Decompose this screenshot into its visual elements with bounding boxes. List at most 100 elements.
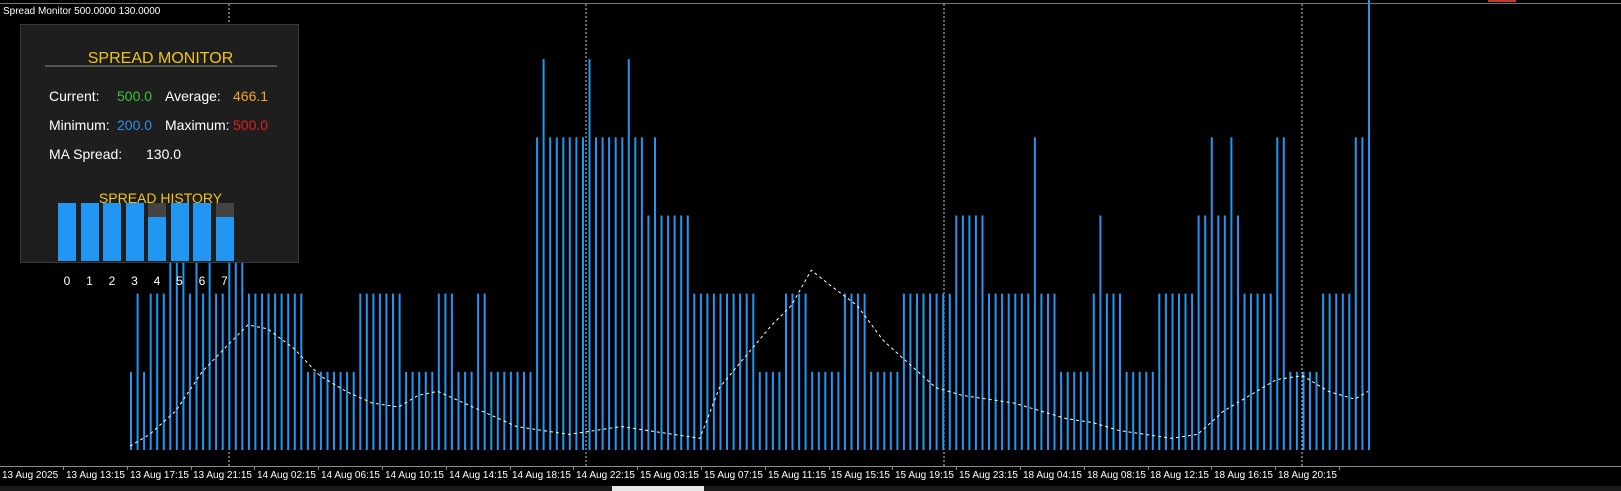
spread-bar bbox=[509, 371, 512, 450]
average-label: Average: bbox=[165, 88, 221, 104]
spread-bar bbox=[837, 371, 840, 450]
history-bar bbox=[170, 203, 189, 261]
spread-bar bbox=[516, 371, 519, 450]
spread-bar bbox=[1197, 215, 1200, 450]
spread-bar bbox=[1335, 293, 1338, 450]
spread-bar bbox=[1033, 137, 1036, 451]
history-bar-label: 2 bbox=[108, 274, 116, 288]
spread-bar bbox=[634, 137, 637, 451]
spread-bar bbox=[1027, 293, 1030, 450]
spread-bar bbox=[706, 293, 709, 450]
spread-bar bbox=[1354, 137, 1357, 451]
spread-bar bbox=[804, 293, 807, 450]
time-tick-label: 18 Aug 04:15 bbox=[1023, 470, 1082, 481]
spread-bar bbox=[1243, 293, 1246, 450]
spread-bar bbox=[889, 371, 892, 450]
spread-bar bbox=[1256, 293, 1259, 450]
spread-bar bbox=[1164, 293, 1167, 450]
history-bar bbox=[80, 203, 99, 261]
history-bar-label: 3 bbox=[131, 274, 138, 288]
spread-bar bbox=[752, 293, 755, 450]
time-tick-label: 15 Aug 11:15 bbox=[768, 470, 827, 481]
spread-bar bbox=[130, 371, 132, 450]
spread-bar bbox=[503, 371, 506, 450]
spread-bar bbox=[1001, 293, 1004, 450]
spread-bar bbox=[405, 371, 408, 450]
time-tick-mark bbox=[1275, 466, 1276, 470]
time-tick-label: 14 Aug 14:15 bbox=[449, 470, 508, 481]
spread-bar bbox=[726, 293, 728, 450]
history-bar-label: 5 bbox=[176, 274, 183, 288]
maximum-label: Maximum: bbox=[165, 117, 230, 133]
spread-bar bbox=[765, 371, 768, 450]
history-bar bbox=[125, 203, 144, 261]
spread-bar bbox=[843, 293, 846, 450]
time-tick-label: 18 Aug 08:15 bbox=[1087, 470, 1146, 481]
spread-bar bbox=[1191, 293, 1194, 450]
spread-bar bbox=[352, 371, 355, 450]
spread-bar bbox=[418, 371, 421, 450]
time-tick-mark bbox=[573, 466, 574, 470]
spread-bar bbox=[1145, 371, 1148, 450]
time-tick-mark bbox=[1084, 466, 1085, 470]
history-bar-label: 4 bbox=[153, 274, 161, 288]
spread-bar bbox=[719, 293, 722, 450]
spread-bar bbox=[1341, 293, 1344, 450]
spread-bar bbox=[306, 371, 309, 450]
time-tick-label: 13 Aug 2025 bbox=[2, 470, 59, 481]
ma-spread-line bbox=[129, 269, 1369, 447]
spread-bar bbox=[261, 293, 263, 450]
time-tick-mark bbox=[765, 466, 766, 470]
time-tick-label: 14 Aug 18:15 bbox=[512, 470, 571, 481]
spread-bar bbox=[778, 371, 781, 450]
spread-bar bbox=[1204, 215, 1207, 450]
spread-bar bbox=[392, 293, 394, 450]
spread-bar bbox=[647, 215, 650, 450]
spread-bar bbox=[588, 59, 591, 450]
spread-bar bbox=[188, 293, 191, 450]
spread-bar bbox=[464, 371, 467, 450]
spread-bar bbox=[817, 371, 820, 450]
spread-bar bbox=[1119, 293, 1121, 450]
spread-bar bbox=[771, 371, 774, 450]
spread-bar bbox=[785, 293, 787, 450]
chart-top-border bbox=[0, 3, 1621, 4]
spread-bar bbox=[1289, 371, 1292, 450]
spread-bar bbox=[1073, 371, 1076, 450]
time-tick-mark bbox=[829, 466, 830, 470]
spread-bar bbox=[948, 293, 951, 450]
window-title: Spread Monitor 500.0000 130.0000 bbox=[3, 6, 161, 17]
spread-bar bbox=[300, 293, 303, 450]
maximum-value: 500.0 bbox=[233, 117, 269, 133]
spread-bar bbox=[221, 293, 224, 450]
spread-bar bbox=[1138, 371, 1141, 450]
spread-bar bbox=[1322, 293, 1325, 450]
history-bar bbox=[148, 216, 166, 261]
time-tick-mark bbox=[1020, 466, 1021, 470]
spread-bar bbox=[319, 371, 322, 450]
spread-bar bbox=[1132, 371, 1135, 450]
spread-bar bbox=[876, 371, 879, 450]
panel-title-rule bbox=[45, 65, 277, 67]
spread-bar bbox=[247, 293, 250, 450]
active-chart-tab[interactable] bbox=[612, 486, 704, 491]
spread-bar bbox=[870, 371, 873, 450]
spread-bar bbox=[136, 293, 139, 450]
history-bar-label: 6 bbox=[198, 274, 206, 288]
spread-bar bbox=[215, 293, 218, 450]
time-tick-label: 14 Aug 02:15 bbox=[257, 470, 316, 481]
spread-bar bbox=[437, 293, 440, 450]
spread-bar bbox=[935, 293, 938, 450]
spread-bar bbox=[424, 371, 427, 450]
spread-bar bbox=[883, 371, 886, 450]
spread-bar bbox=[791, 293, 794, 450]
spread-bar bbox=[699, 293, 702, 450]
spread-bar bbox=[293, 293, 296, 450]
spread-bar bbox=[496, 371, 499, 450]
current-label: Current: bbox=[49, 88, 100, 104]
time-tick-label: 14 Aug 06:15 bbox=[321, 470, 380, 481]
chart-tabs-strip[interactable] bbox=[0, 486, 1621, 491]
spread-bar bbox=[202, 293, 205, 450]
spread-bar bbox=[568, 137, 571, 451]
spread-bar bbox=[739, 293, 742, 450]
